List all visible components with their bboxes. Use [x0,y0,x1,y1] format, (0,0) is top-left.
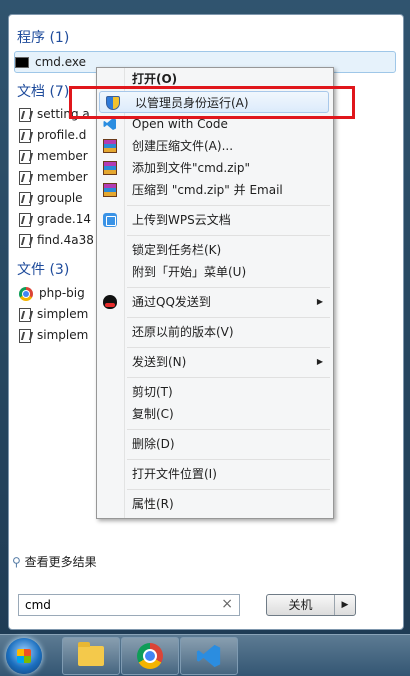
chrome-file-icon [19,286,33,301]
menu-item-label: 删除(D) [132,437,175,451]
winrar-icon [103,139,117,153]
taskbar-explorer-button[interactable] [62,637,120,675]
menu-item-label: 添加到文件"cmd.zip" [132,161,251,175]
menu-item-delete[interactable]: 删除(D) [97,433,333,455]
script-file-icon [19,328,31,343]
shutdown-button[interactable]: 关机 ▶ [266,594,356,616]
menu-item-label: 创建压缩文件(A)... [132,139,234,153]
menu-item-label: 上传到WPS云文档 [132,213,231,227]
shutdown-options-arrow-icon[interactable]: ▶ [335,595,355,615]
menu-item-cut[interactable]: 剪切(T) [97,381,333,403]
script-file-icon [19,170,31,185]
highlight-annotation-box [69,86,355,119]
menu-item-pin-taskbar[interactable]: 锁定到任务栏(K) [97,239,333,261]
documents-group-title[interactable]: 文档 (7) [17,81,69,101]
clear-search-icon[interactable]: × [221,596,233,612]
script-file-icon [19,233,31,248]
more-results-label: 查看更多结果 [24,555,97,569]
submenu-arrow-icon: ▶ [316,357,323,366]
menu-item-pin-start[interactable]: 附到「开始」菜单(U) [97,261,333,283]
menu-item-open-file-location[interactable]: 打开文件位置(I) [97,463,333,485]
script-file-icon [19,307,31,322]
shutdown-label[interactable]: 关机 [267,595,335,615]
menu-separator [127,235,330,236]
menu-separator [127,205,330,206]
menu-item-label: 剪切(T) [132,385,173,399]
taskbar-chrome-button[interactable] [121,637,179,675]
menu-item-add-to-zip[interactable]: 添加到文件"cmd.zip" [97,157,333,179]
taskbar [0,634,410,676]
menu-item-copy[interactable]: 复制(C) [97,403,333,425]
start-orb-icon[interactable] [6,638,42,674]
menu-item-label: 压缩到 "cmd.zip" 并 Email [132,183,283,197]
document-item-label: find.4a38 [37,233,94,247]
context-menu: 打开(O) 以管理员身份运行(A) Open with Code 创建压缩文件(… [96,67,334,519]
document-item-label: grouple [37,191,83,205]
menu-separator [127,347,330,348]
document-item-label: member [37,170,88,184]
script-file-icon [19,212,31,227]
script-file-icon [19,128,31,143]
menu-item-create-archive[interactable]: 创建压缩文件(A)... [97,135,333,157]
document-item[interactable]: member [19,167,88,187]
menu-separator [127,489,330,490]
submenu-arrow-icon: ▶ [316,297,323,306]
menu-item-label: 发送到(N) [132,355,187,369]
see-more-results-link[interactable]: ⚲ 查看更多结果 [12,553,97,570]
programs-group-title[interactable]: 程序 (1) [17,27,69,47]
search-input[interactable] [19,595,221,615]
document-item-label: profile.d [37,128,87,142]
search-box[interactable]: × [18,594,240,616]
menu-item-properties[interactable]: 属性(R) [97,493,333,515]
document-item-label: grade.14 [37,212,91,226]
qq-penguin-icon [103,295,117,309]
vscode-icon [196,644,221,668]
file-item-label: simplem [37,328,89,342]
file-item[interactable]: php-big [19,283,85,303]
script-file-icon [19,191,31,206]
file-item-label: php-big [39,286,85,300]
document-item[interactable]: grade.14 [19,209,91,229]
menu-item-send-to[interactable]: 发送到(N) ▶ [97,351,333,373]
search-icon: ⚲ [12,555,21,569]
wps-cloud-icon [103,213,117,227]
menu-separator [127,429,330,430]
folder-icon [78,642,104,666]
program-item-label: cmd.exe [35,55,87,69]
document-item[interactable]: grouple [19,188,83,208]
menu-item-label: 附到「开始」菜单(U) [132,265,247,279]
menu-item-label: 通过QQ发送到 [132,295,211,309]
menu-separator [127,287,330,288]
document-item-label: member [37,149,88,163]
chrome-icon [137,643,163,669]
document-item[interactable]: profile.d [19,125,86,145]
cmd-icon [15,57,29,68]
winrar-icon [103,183,117,197]
menu-item-label: 锁定到任务栏(K) [132,243,222,257]
script-file-icon [19,149,31,164]
script-file-icon [19,107,31,122]
menu-separator [127,317,330,318]
menu-item-zip-and-email[interactable]: 压缩到 "cmd.zip" 并 Email [97,179,333,201]
winrar-icon [103,161,117,175]
menu-item-upload-wps[interactable]: 上传到WPS云文档 [97,209,333,231]
menu-item-label: 属性(R) [132,497,174,511]
file-item[interactable]: simplem [19,325,88,345]
menu-item-label: 复制(C) [132,407,174,421]
document-item[interactable]: member [19,146,88,166]
file-item[interactable]: simplem [19,304,88,324]
menu-item-send-via-qq[interactable]: 通过QQ发送到 ▶ [97,291,333,313]
menu-separator [127,377,330,378]
menu-item-label: 还原以前的版本(V) [132,325,234,339]
taskbar-vscode-button[interactable] [180,637,238,675]
files-group-title[interactable]: 文件 (3) [17,259,69,279]
menu-item-restore-previous[interactable]: 还原以前的版本(V) [97,321,333,343]
menu-separator [127,459,330,460]
vscode-icon [103,118,116,130]
menu-item-label: 打开文件位置(I) [132,467,217,481]
document-item[interactable]: find.4a38 [19,230,94,250]
file-item-label: simplem [37,307,89,321]
